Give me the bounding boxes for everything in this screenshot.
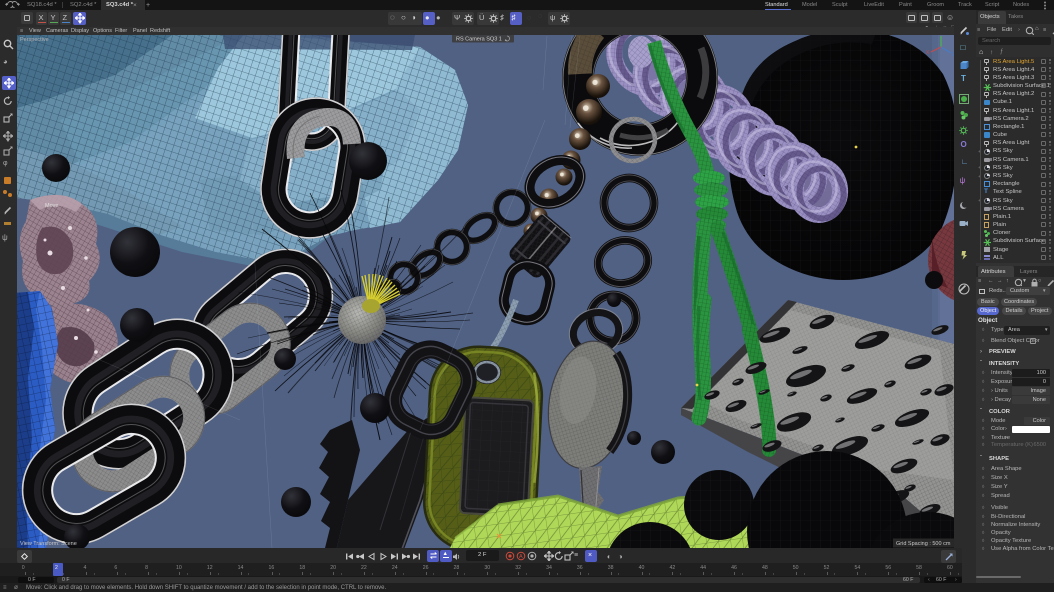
- svg-text:RS Camera SQ3 1: RS Camera SQ3 1: [456, 37, 502, 43]
- svg-text:Perspective: Perspective: [20, 37, 49, 43]
- svg-text:A: A: [519, 554, 523, 560]
- svg-text:Grid Spacing : 500 cm: Grid Spacing : 500 cm: [896, 541, 951, 547]
- svg-text:View Transform: Scene: View Transform: Scene: [20, 541, 77, 547]
- svg-text:Move: Move: [45, 203, 58, 209]
